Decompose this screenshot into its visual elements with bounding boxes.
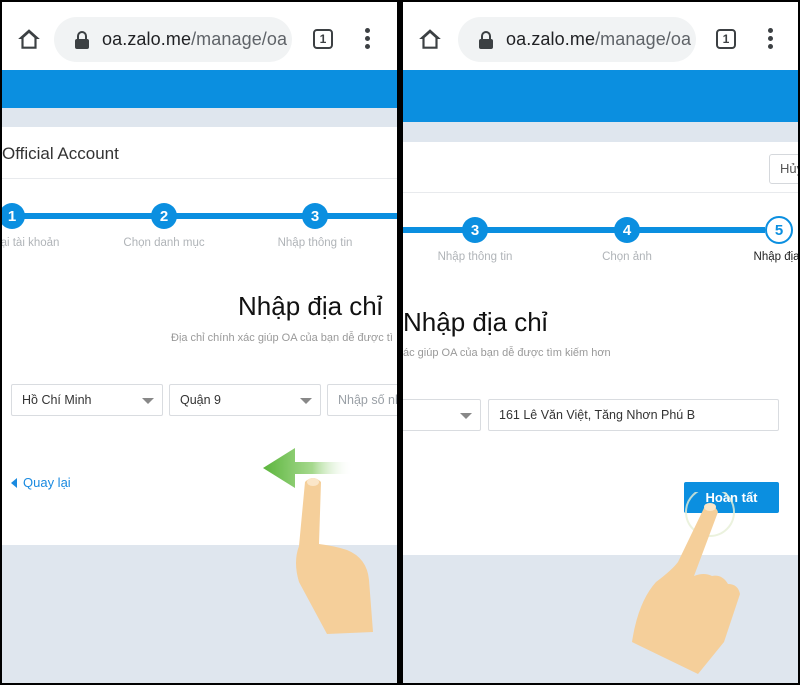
url-host: oa.zalo.me — [102, 29, 192, 49]
tab-count: 1 — [722, 32, 730, 46]
step-number: 5 — [774, 221, 784, 239]
address-input[interactable]: 161 Lê Văn Việt, Tăng Nhơn Phú B — [488, 399, 779, 431]
browser-toolbar: oa.zalo.me/manage/oa 1 — [2, 2, 397, 70]
step-3-circle: 3 — [462, 217, 488, 243]
address-bar[interactable]: oa.zalo.me/manage/oa — [458, 17, 696, 62]
lock-icon — [479, 30, 493, 49]
step-5-label: Nhập địa c — [753, 251, 800, 263]
home-icon[interactable] — [16, 26, 42, 52]
address-input-value: 161 Lê Văn Việt, Tăng Nhơn Phú B — [499, 408, 696, 422]
home-icon[interactable] — [417, 26, 443, 52]
address-input[interactable]: Nhập số nh — [327, 384, 399, 416]
step-3-label: Nhập thông tin — [437, 251, 513, 263]
form-heading: Nhập địa chỉ — [403, 307, 548, 337]
divider — [2, 178, 397, 179]
finish-button-label: Hoàn tất — [705, 490, 758, 505]
finish-button[interactable]: Hoàn tất — [684, 482, 779, 513]
browser-toolbar: oa.zalo.me/manage/oa 1 — [403, 2, 798, 70]
url-path: /manage/oa — [191, 29, 288, 49]
setup-card: Official Account 1 2 3 ại tài khoản Chọn… — [2, 127, 397, 545]
step-number: 3 — [470, 221, 480, 239]
chevron-down-icon — [460, 413, 472, 419]
cancel-button-label: Hủy — [780, 161, 798, 176]
step-number: 3 — [310, 207, 320, 225]
back-link-label: Quay lại — [23, 475, 71, 490]
stepper-track — [2, 213, 397, 219]
district-select[interactable] — [403, 399, 481, 431]
lock-icon — [75, 30, 89, 49]
address-bar[interactable]: oa.zalo.me/manage/oa — [54, 17, 292, 62]
step-3-circle: 3 — [302, 203, 328, 229]
district-select-value: Quận 9 — [180, 393, 222, 407]
step-1-circle: 1 — [2, 203, 25, 229]
step-number: 4 — [622, 221, 632, 239]
divider — [403, 192, 798, 193]
tab-count: 1 — [319, 32, 327, 46]
form-heading: Nhập địa chỉ — [238, 291, 383, 321]
page-title: Official Account — [2, 144, 119, 163]
more-vert-icon[interactable] — [763, 28, 777, 50]
form-subtext: ác giúp OA của bạn dễ được tìm kiếm hơn — [403, 347, 611, 359]
step-2-label: Chọn danh mục — [123, 237, 205, 249]
chevron-down-icon — [142, 398, 154, 404]
url-path: /manage/oa — [595, 29, 692, 49]
step-number: 1 — [7, 207, 17, 225]
stepper-track — [403, 227, 765, 233]
header-bar — [2, 70, 397, 108]
url-text: oa.zalo.me/manage/oa — [506, 29, 691, 50]
screenshot-right: oa.zalo.me/manage/oa 1 Hủy 3 4 5 Nhập th… — [401, 0, 800, 685]
step-3-label: Nhập thông tin — [277, 237, 353, 249]
url-text: oa.zalo.me/manage/oa — [102, 29, 287, 50]
step-1-label: ại tài khoản — [0, 237, 60, 249]
back-link[interactable]: Quay lại — [11, 475, 71, 490]
form-subtext: Địa chỉ chính xác giúp OA của bạn dễ đượ… — [171, 332, 393, 344]
tab-switcher-icon[interactable]: 1 — [313, 29, 333, 49]
cancel-button[interactable]: Hủy — [769, 154, 798, 184]
city-select[interactable]: Hồ Chí Minh — [11, 384, 163, 416]
step-4-circle: 4 — [614, 217, 640, 243]
district-select[interactable]: Quận 9 — [169, 384, 321, 416]
city-select-value: Hồ Chí Minh — [22, 393, 92, 407]
header-bar — [403, 70, 798, 122]
chevron-down-icon — [300, 398, 312, 404]
more-vert-icon[interactable] — [360, 28, 374, 50]
caret-left-icon — [11, 477, 17, 488]
address-placeholder: Nhập số nh — [338, 393, 399, 407]
tab-switcher-icon[interactable]: 1 — [716, 29, 736, 49]
setup-card: Hủy 3 4 5 Nhập thông tin Chọn ảnh Nhập đ… — [403, 142, 798, 555]
step-2-circle: 2 — [151, 203, 177, 229]
step-number: 2 — [159, 207, 169, 225]
screenshot-left: oa.zalo.me/manage/oa 1 Official Account … — [0, 0, 399, 685]
step-4-label: Chọn ảnh — [602, 251, 652, 263]
url-host: oa.zalo.me — [506, 29, 596, 49]
step-5-circle: 5 — [765, 216, 793, 244]
